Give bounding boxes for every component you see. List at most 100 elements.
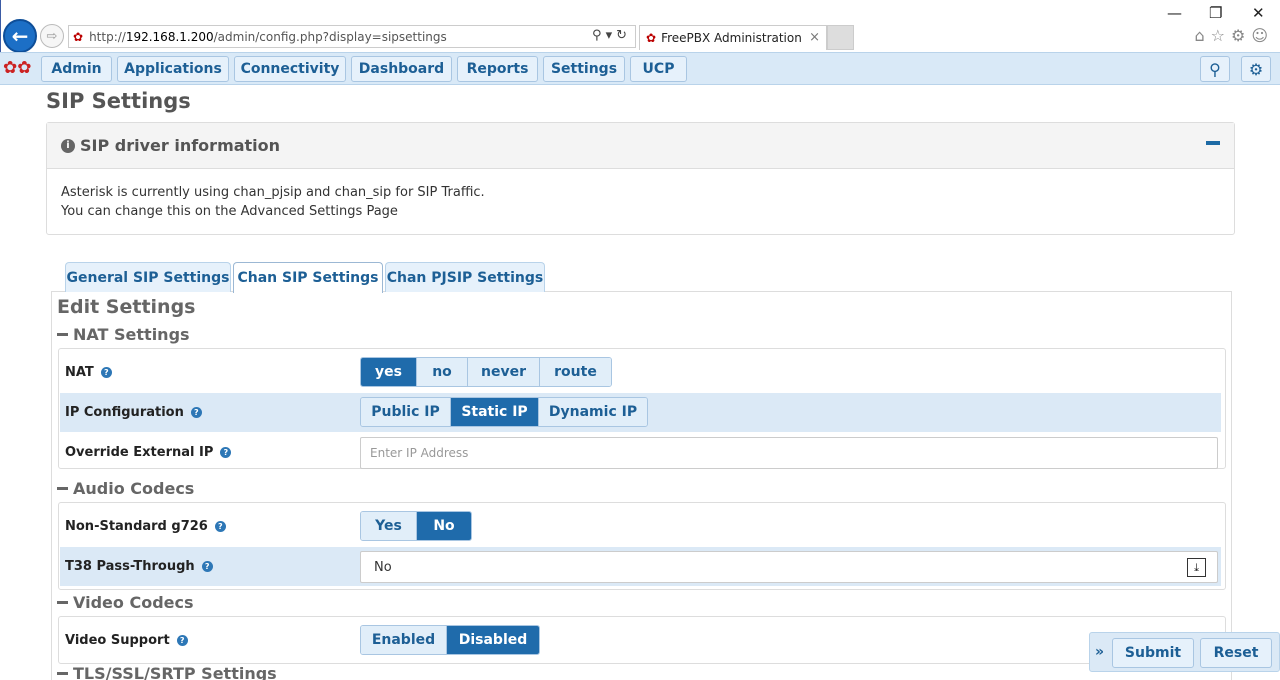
video-support-label-text: Video Support <box>65 633 170 648</box>
close-window-icon[interactable]: ✕ <box>1252 4 1265 22</box>
nav-connectivity[interactable]: Connectivity <box>234 56 346 82</box>
nat-option-route[interactable]: route <box>540 358 611 386</box>
t38-row: T38 Pass-Through ? No ⤓ <box>60 547 1221 586</box>
search-icon[interactable]: ⚲ <box>1200 56 1230 82</box>
ip-option-public[interactable]: Public IP <box>361 398 451 426</box>
help-icon[interactable]: ? <box>100 367 112 378</box>
ip-config-selector: Public IP Static IP Dynamic IP <box>360 397 648 427</box>
video-section-toggle[interactable]: Video Codecs <box>57 593 194 612</box>
g726-label-text: Non-Standard g726 <box>65 519 208 534</box>
g726-row: Non-Standard g726 ? Yes No <box>60 507 1221 546</box>
info-icon: i <box>61 138 75 153</box>
browser-tab[interactable]: ✿ FreePBX Administration × <box>639 25 827 50</box>
help-icon[interactable]: ? <box>214 521 226 532</box>
address-bar[interactable]: ✿ http://192.168.1.200/admin/config.php?… <box>68 25 636 48</box>
t38-label: T38 Pass-Through ? <box>65 559 213 574</box>
g726-option-no[interactable]: No <box>417 512 471 540</box>
nat-selector: yes no never route <box>360 357 612 387</box>
tab-general-sip[interactable]: General SIP Settings <box>65 262 231 292</box>
g726-selector: Yes No <box>360 511 472 541</box>
minus-icon <box>57 487 68 490</box>
double-chevron-right-icon[interactable]: » <box>1095 644 1104 660</box>
ip-option-static[interactable]: Static IP <box>451 398 539 426</box>
driver-info-header[interactable]: i SIP driver information <box>47 123 1234 169</box>
collapse-minus-icon[interactable] <box>1206 141 1220 145</box>
g726-option-yes[interactable]: Yes <box>361 512 417 540</box>
nat-section-toggle[interactable]: NAT Settings <box>57 325 190 344</box>
tab-title: FreePBX Administration <box>661 31 802 45</box>
driver-info-line1: Asterisk is currently using chan_pjsip a… <box>61 185 485 200</box>
home-star-gear-smiley-icons[interactable]: ⌂☆⚙☺ <box>1194 26 1274 45</box>
edit-settings-title: Edit Settings <box>57 296 196 318</box>
url-path: /admin/config.php?display=sipsettings <box>213 29 447 44</box>
forward-arrow-icon[interactable]: ⇨ <box>40 24 64 48</box>
nat-option-yes[interactable]: yes <box>361 358 417 386</box>
nav-reports[interactable]: Reports <box>457 56 538 82</box>
tab-favicon-icon: ✿ <box>646 31 657 45</box>
minimize-icon[interactable]: — <box>1167 4 1182 22</box>
back-arrow-icon[interactable]: ← <box>3 19 37 53</box>
help-icon[interactable]: ? <box>190 407 202 418</box>
audio-section-title: Audio Codecs <box>73 479 195 498</box>
freepbx-logo-icon[interactable]: ✿✿ <box>3 58 35 80</box>
help-icon[interactable]: ? <box>176 635 188 646</box>
help-icon[interactable]: ? <box>201 561 213 572</box>
g726-label: Non-Standard g726 ? <box>65 519 226 534</box>
driver-info-body: Asterisk is currently using chan_pjsip a… <box>47 169 1234 221</box>
driver-info-panel: i SIP driver information Asterisk is cur… <box>46 122 1235 235</box>
override-ip-label: Override External IP ? <box>65 445 232 460</box>
t38-label-text: T38 Pass-Through <box>65 559 195 574</box>
reset-button[interactable]: Reset <box>1200 638 1272 668</box>
tab-close-icon[interactable]: × <box>809 30 820 45</box>
browser-chrome: ← ⇨ ✿ http://192.168.1.200/admin/config.… <box>0 0 1280 53</box>
nat-label: NAT ? <box>65 365 112 380</box>
tab-chan-sip[interactable]: Chan SIP Settings <box>233 262 383 293</box>
nat-option-no[interactable]: no <box>417 358 468 386</box>
url-host: 192.168.1.200 <box>125 29 214 44</box>
video-support-selector: Enabled Disabled <box>360 625 540 655</box>
chevron-down-icon[interactable]: ⤓ <box>1187 558 1206 577</box>
gear-icon[interactable]: ⚙ <box>1241 56 1271 82</box>
nav-settings[interactable]: Settings <box>543 56 625 82</box>
help-icon[interactable]: ? <box>220 447 232 458</box>
nav-ucp[interactable]: UCP <box>630 56 687 82</box>
video-option-enabled[interactable]: Enabled <box>361 626 447 654</box>
minus-icon <box>57 672 68 675</box>
app-navbar: ✿✿ Admin Applications Connectivity Dashb… <box>0 52 1280 85</box>
submit-button[interactable]: Submit <box>1112 638 1194 668</box>
t38-select[interactable]: No ⤓ <box>360 551 1218 583</box>
nat-option-never[interactable]: never <box>468 358 540 386</box>
page-title: SIP Settings <box>46 89 191 113</box>
tls-section-toggle[interactable]: TLS/SSL/SRTP Settings <box>57 664 277 680</box>
ip-config-label-text: IP Configuration <box>65 405 184 420</box>
ip-config-row: IP Configuration ? Public IP Static IP D… <box>60 393 1221 432</box>
nav-admin[interactable]: Admin <box>41 56 112 82</box>
nat-section-title: NAT Settings <box>73 325 190 344</box>
nav-dashboard[interactable]: Dashboard <box>351 56 452 82</box>
override-ip-label-text: Override External IP <box>65 445 214 460</box>
override-ip-input[interactable] <box>360 437 1218 469</box>
video-support-row: Video Support ? Enabled Disabled <box>60 621 1221 660</box>
tab-chan-pjsip[interactable]: Chan PJSIP Settings <box>385 262 545 292</box>
ip-config-label: IP Configuration ? <box>65 405 202 420</box>
minus-icon <box>57 601 68 604</box>
tls-section-title: TLS/SSL/SRTP Settings <box>73 664 277 680</box>
nat-row: NAT ? yes no never route <box>60 353 1221 392</box>
search-refresh-icon[interactable]: ⚲▾↻ <box>592 28 631 43</box>
video-section-title: Video Codecs <box>73 593 194 612</box>
url-prefix: http:// <box>89 29 126 44</box>
new-tab-button[interactable] <box>827 25 854 50</box>
ip-option-dynamic[interactable]: Dynamic IP <box>539 398 647 426</box>
nat-label-text: NAT <box>65 365 94 380</box>
nav-applications[interactable]: Applications <box>117 56 229 82</box>
floating-action-bar: » Submit Reset <box>1089 632 1280 672</box>
restore-icon[interactable]: ❐ <box>1209 4 1222 22</box>
minus-icon <box>57 333 68 336</box>
favicon-icon: ✿ <box>73 29 84 44</box>
driver-info-title: SIP driver information <box>80 136 281 155</box>
override-ip-row: Override External IP ? <box>60 433 1221 472</box>
video-option-disabled[interactable]: Disabled <box>447 626 539 654</box>
video-support-label: Video Support ? <box>65 633 188 648</box>
audio-section-toggle[interactable]: Audio Codecs <box>57 479 194 498</box>
t38-selected-value: No <box>374 559 392 575</box>
